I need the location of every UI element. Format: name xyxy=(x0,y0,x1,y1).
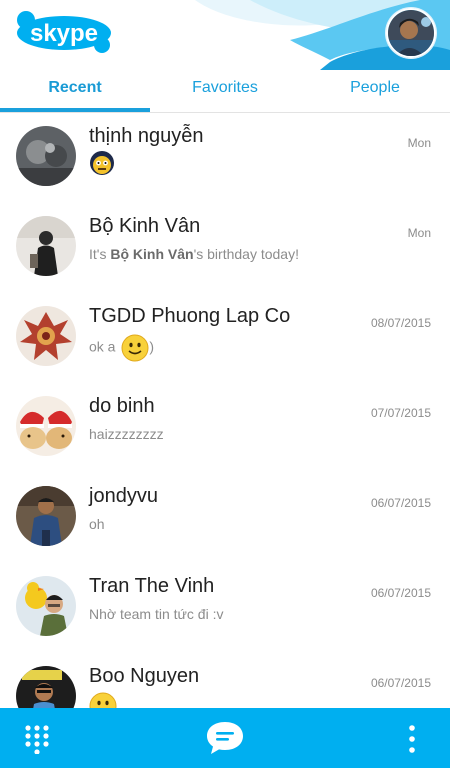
tab-bar: Recent Favorites People xyxy=(0,70,450,113)
contact-avatar xyxy=(16,486,76,546)
contact-name: TGDD Phuong Lap Co xyxy=(89,305,291,327)
conversation-row[interactable]: Boo Nguyen 06/07/2015 xyxy=(0,652,450,708)
dialpad-icon[interactable] xyxy=(24,724,50,754)
more-icon[interactable] xyxy=(404,724,420,754)
tab-people[interactable]: People xyxy=(300,70,450,110)
contact-name: do binh xyxy=(89,395,155,417)
tab-favorites[interactable]: Favorites xyxy=(150,70,300,110)
smile-emoji-icon xyxy=(89,692,117,708)
contact-avatar xyxy=(16,126,76,186)
message-time: 06/07/2015 xyxy=(370,676,431,690)
tab-recent[interactable]: Recent xyxy=(0,70,150,110)
contact-avatar xyxy=(16,216,76,276)
message-time: 08/07/2015 xyxy=(370,316,431,330)
contact-name: Tran The Vinh xyxy=(89,575,215,597)
conversation-row[interactable]: do binh 07/07/2015 haizzzzzzzz xyxy=(0,382,450,472)
conversation-row[interactable]: thịnh nguyễn Mon xyxy=(0,112,450,202)
contact-name: jondyvu xyxy=(89,485,158,507)
smile-emoji-icon xyxy=(121,334,149,362)
message-time: 06/07/2015 xyxy=(370,496,431,510)
message-preview: It's Bộ Kinh Vân's birthday today! xyxy=(89,246,299,262)
logo-text: skype xyxy=(30,20,98,47)
conversation-row[interactable]: Bộ Kinh Vân Mon It's Bộ Kinh Vân's birth… xyxy=(0,202,450,292)
bottom-app-bar xyxy=(0,708,450,768)
contact-avatar xyxy=(16,396,76,456)
chat-icon[interactable] xyxy=(205,720,245,756)
message-preview: haizzzzzzzz xyxy=(89,426,164,442)
app-header: skype xyxy=(0,0,450,70)
contact-name: Bộ Kinh Vân xyxy=(89,215,201,237)
message-preview xyxy=(89,692,117,708)
message-preview: ok a ) xyxy=(89,334,154,362)
conversation-list: thịnh nguyễn Mon Bộ Kinh Vân Mon It's Bộ… xyxy=(0,112,450,708)
contact-name: Boo Nguyen xyxy=(89,665,200,687)
contact-name: thịnh nguyễn xyxy=(89,125,204,147)
message-time: 06/07/2015 xyxy=(370,586,431,600)
message-time: Mon xyxy=(407,226,431,240)
contact-avatar xyxy=(16,666,76,708)
message-preview: oh xyxy=(89,516,105,532)
message-preview: Nhờ team tin tức đi :v xyxy=(89,606,224,622)
profile-avatar[interactable] xyxy=(386,8,436,58)
contact-avatar xyxy=(16,576,76,636)
message-time: Mon xyxy=(407,136,431,150)
skype-logo: skype xyxy=(17,11,111,53)
conversation-row[interactable]: Tran The Vinh 06/07/2015 Nhờ team tin tứ… xyxy=(0,562,450,652)
message-preview xyxy=(89,150,115,176)
conversation-row[interactable]: TGDD Phuong Lap Co 08/07/2015 ok a ) xyxy=(0,292,450,382)
conversation-row[interactable]: jondyvu 06/07/2015 oh xyxy=(0,472,450,562)
message-time: 07/07/2015 xyxy=(370,406,431,420)
meme-face-emoji-icon xyxy=(90,151,114,175)
contact-avatar xyxy=(16,306,76,366)
